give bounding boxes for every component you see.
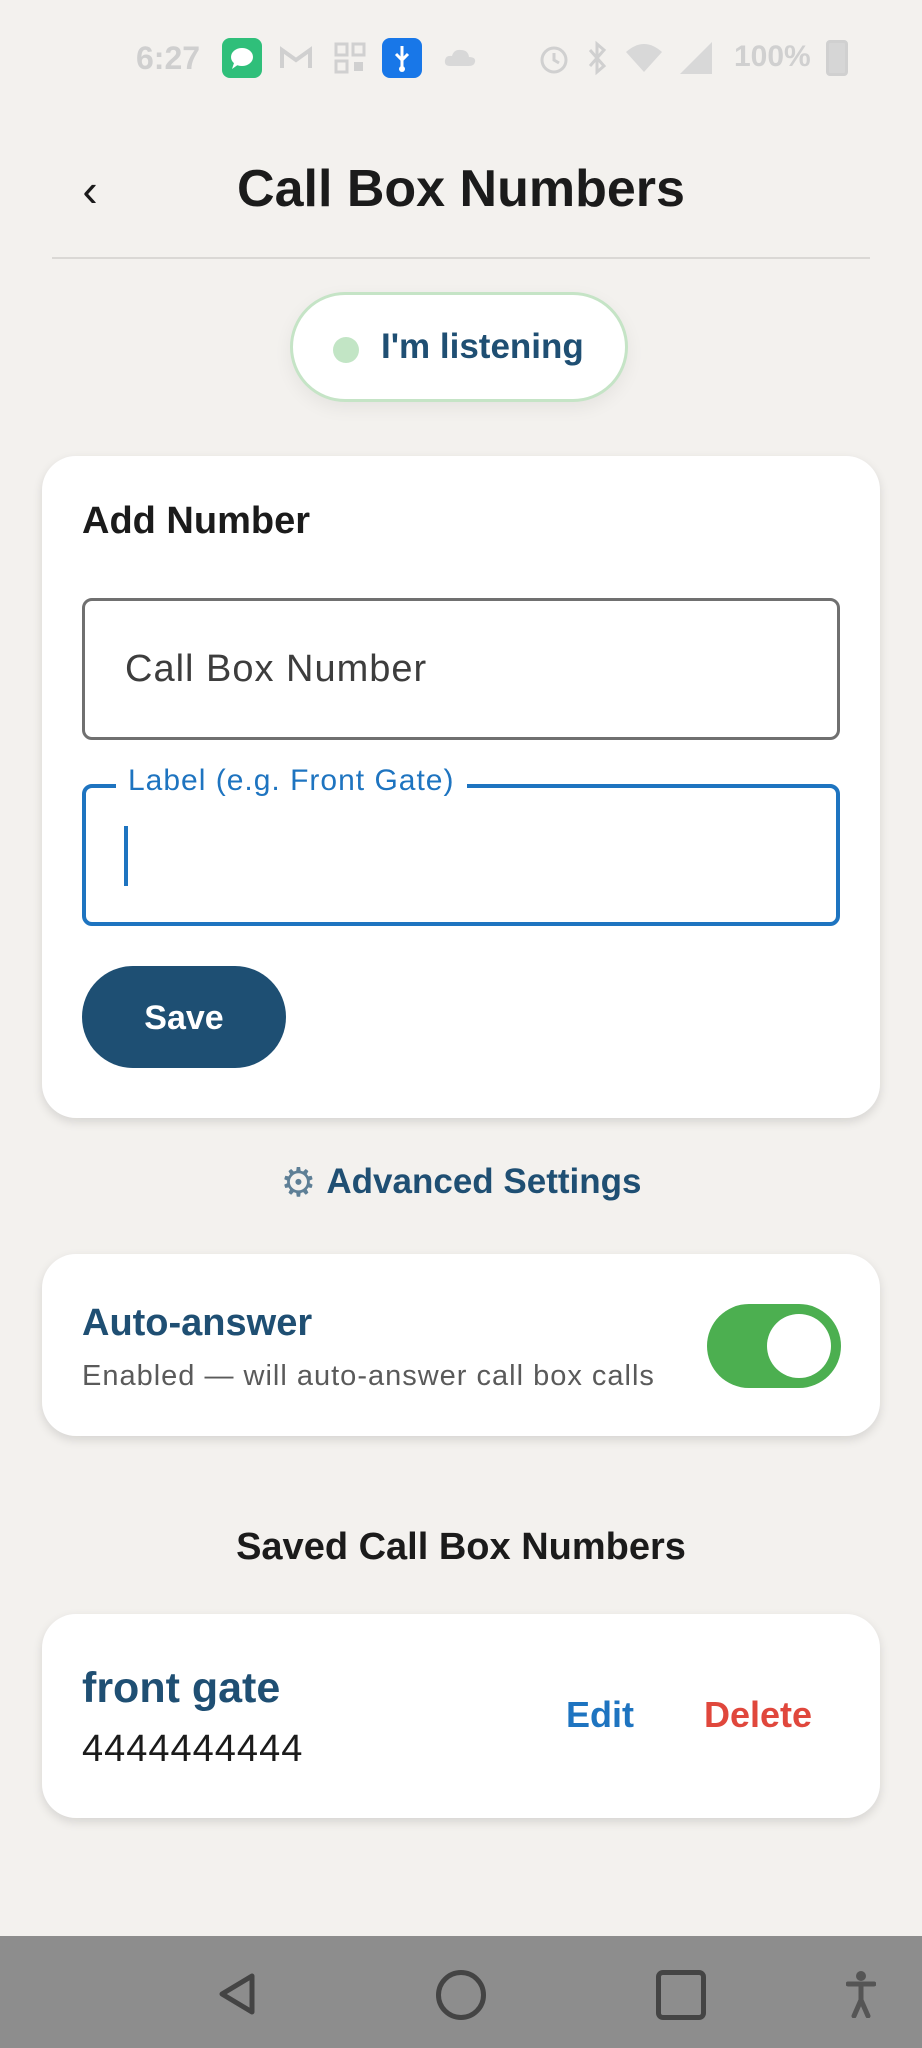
nav-recents-icon[interactable] <box>656 1970 706 2020</box>
label-input[interactable] <box>86 788 836 922</box>
accessibility-icon[interactable] <box>845 1970 877 2019</box>
saved-number-label: front gate <box>82 1664 281 1712</box>
listening-indicator-dot <box>333 337 359 363</box>
add-number-title: Add Number <box>82 500 310 542</box>
gmail-icon <box>276 38 316 89</box>
bluetooth-icon <box>582 38 612 89</box>
chat-icon <box>222 38 262 78</box>
signal-icon <box>676 38 716 89</box>
system-navigation-bar <box>0 1936 922 2048</box>
advanced-settings-link[interactable]: ⚙ Advanced Settings <box>0 1160 922 1206</box>
status-time: 6:27 <box>136 40 201 76</box>
nav-home-icon[interactable] <box>436 1970 486 2020</box>
gear-icon: ⚙ <box>280 1161 317 1205</box>
alarm-icon <box>536 38 572 89</box>
call-box-number-input[interactable] <box>85 601 837 737</box>
toggle-knob <box>767 1314 831 1378</box>
page-title: Call Box Numbers <box>237 160 685 218</box>
listening-status-pill: I'm listening <box>290 292 628 402</box>
saved-number-value: 4444444444 <box>82 1728 304 1770</box>
cloud-icon <box>440 38 480 89</box>
auto-answer-subtitle: Enabled — will auto-answer call box call… <box>82 1360 655 1392</box>
wifi-icon <box>624 38 664 89</box>
nav-back-icon[interactable] <box>216 1972 260 2016</box>
battery-percent: 100% <box>734 40 811 73</box>
delete-button[interactable]: Delete <box>704 1694 812 1736</box>
usb-icon <box>382 38 422 78</box>
header-divider <box>52 257 870 259</box>
edit-button[interactable]: Edit <box>566 1694 634 1736</box>
call-box-number-field[interactable] <box>82 598 840 740</box>
battery-icon <box>826 40 848 76</box>
qr-icon <box>330 38 370 89</box>
save-button[interactable]: Save <box>82 966 286 1068</box>
advanced-settings-label: Advanced Settings <box>326 1162 642 1201</box>
status-bar: 6:27 100% <box>0 0 922 118</box>
add-number-card: Add Number Label (e.g. Front Gate) Save <box>42 456 880 1118</box>
listening-status-label: I'm listening <box>381 327 584 366</box>
text-cursor <box>124 826 128 886</box>
saved-numbers-heading: Saved Call Box Numbers <box>236 1526 686 1568</box>
auto-answer-toggle[interactable] <box>707 1304 841 1388</box>
app-header: ‹ Call Box Numbers <box>0 130 922 260</box>
label-field[interactable]: Label (e.g. Front Gate) <box>82 764 840 926</box>
auto-answer-title: Auto-answer <box>82 1302 313 1344</box>
auto-answer-card: Auto-answer Enabled — will auto-answer c… <box>42 1254 880 1436</box>
saved-number-item: front gate 4444444444 Edit Delete <box>42 1614 880 1818</box>
